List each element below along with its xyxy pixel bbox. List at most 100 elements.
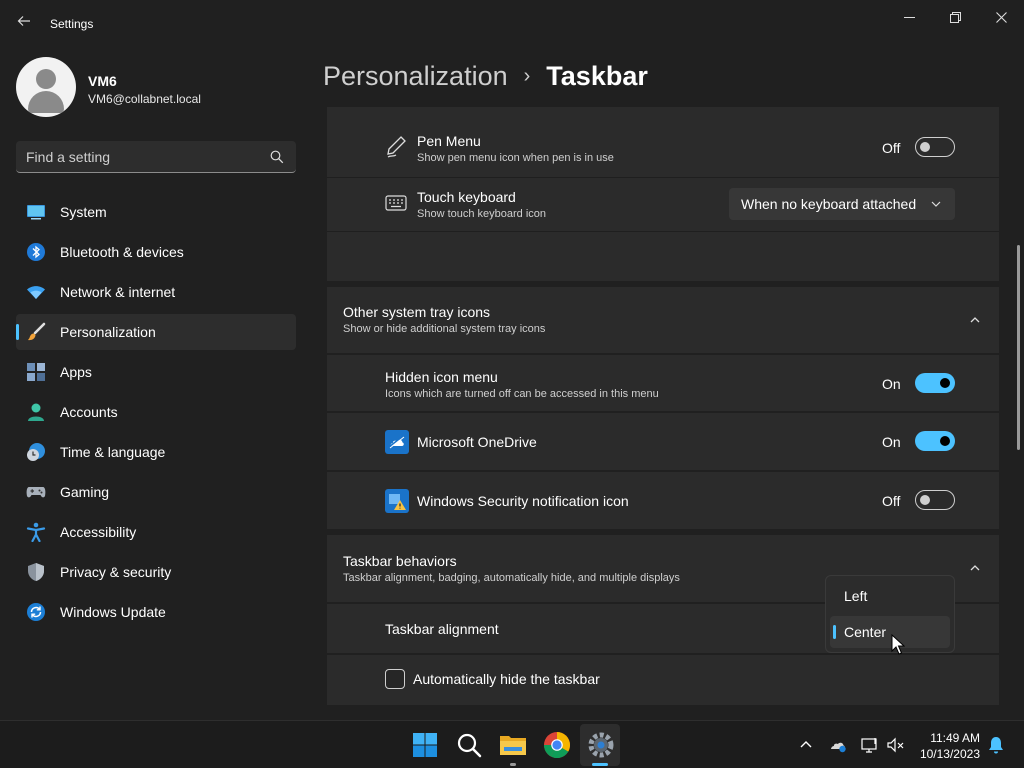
alignment-option-center[interactable]: Center — [830, 616, 950, 648]
sidebar-item-network[interactable]: Network & internet — [16, 274, 296, 310]
search-icon[interactable] — [454, 730, 484, 760]
security-notification-row: Windows Security notification icon Off — [327, 472, 999, 529]
other-tray-title: Other system tray icons — [343, 304, 491, 320]
autohide-row: Automatically hide the taskbar — [327, 655, 999, 705]
title-bar: Settings — [0, 0, 1024, 48]
user-name: VM6 — [88, 73, 117, 89]
accounts-icon — [28, 403, 44, 421]
sidebar-item-privacy[interactable]: Privacy & security — [16, 554, 296, 590]
taskbar-behaviors-title: Taskbar behaviors — [343, 553, 457, 569]
sidebar-item-label: Bluetooth & devices — [60, 244, 184, 260]
sidebar-item-label: Accounts — [60, 404, 118, 420]
pen-menu-description: Show pen menu icon when pen is in use — [417, 152, 614, 164]
taskbar-alignment-label: Taskbar alignment — [385, 621, 499, 637]
search-box[interactable] — [16, 141, 296, 173]
pen-icon — [387, 136, 406, 158]
system-tray-icons-card: Pen Menu Show pen menu icon when pen is … — [327, 107, 999, 281]
onedrive-tray-icon[interactable] — [828, 735, 848, 755]
search-input[interactable] — [26, 148, 266, 166]
sidebar-item-label: Gaming — [60, 484, 110, 500]
autohide-checkbox[interactable] — [385, 669, 405, 689]
sidebar-item-time-language[interactable]: Time & language — [16, 434, 296, 470]
file-explorer-icon[interactable] — [498, 730, 528, 760]
restore-button[interactable] — [932, 6, 978, 28]
avatar — [16, 57, 76, 117]
security-notification-toggle[interactable] — [915, 490, 955, 510]
gamepad-icon — [26, 487, 46, 498]
windows-security-icon — [385, 489, 409, 513]
breadcrumb-separator: › — [523, 64, 531, 87]
wifi-icon — [27, 286, 45, 299]
onedrive-label: Microsoft OneDrive — [417, 434, 537, 450]
sidebar-item-label: Apps — [60, 364, 92, 380]
app-title: Settings — [50, 17, 94, 31]
sidebar-item-bluetooth[interactable]: Bluetooth & devices — [16, 234, 296, 270]
hidden-icon-menu-toggle[interactable] — [915, 373, 955, 393]
sidebar-item-label: Windows Update — [60, 604, 166, 620]
security-notification-state: Off — [882, 493, 901, 509]
alignment-option-left[interactable]: Left — [830, 580, 950, 612]
autohide-label: Automatically hide the taskbar — [413, 671, 600, 687]
breadcrumb: Personalization › Taskbar — [323, 58, 648, 94]
onedrive-row: Microsoft OneDrive On — [327, 413, 999, 470]
pen-menu-toggle[interactable] — [915, 137, 955, 157]
hidden-icon-menu-description: Icons which are turned off can be access… — [385, 388, 659, 400]
back-button[interactable] — [14, 13, 34, 35]
start-icon[interactable] — [410, 730, 440, 760]
bluetooth-icon — [27, 243, 45, 261]
chevron-up-icon[interactable] — [968, 561, 982, 575]
clock-date[interactable]: 10/13/2023 — [910, 747, 980, 761]
onedrive-state: On — [882, 434, 901, 450]
minimize-icon — [903, 16, 915, 18]
paintbrush-icon — [28, 322, 46, 341]
user-profile[interactable]: VM6 VM6@collabnet.local — [16, 57, 296, 117]
sidebar-item-personalization[interactable]: Personalization — [16, 314, 296, 350]
taskbar: 11:49 AM 10/13/2023 — [0, 720, 1024, 768]
sidebar-item-system[interactable]: System — [16, 194, 296, 230]
hidden-icon-menu-row: Hidden icon menu Icons which are turned … — [327, 355, 999, 411]
breadcrumb-parent[interactable]: Personalization — [323, 61, 508, 92]
content-scrollbar[interactable] — [1017, 245, 1020, 450]
restore-icon — [949, 11, 961, 23]
sidebar-nav: System Bluetooth & devices Network & int… — [16, 194, 296, 634]
shield-icon — [28, 563, 44, 581]
sidebar-item-accessibility[interactable]: Accessibility — [16, 514, 296, 550]
apps-icon — [27, 363, 45, 381]
page-title: Taskbar — [546, 60, 648, 91]
clock-time[interactable]: 11:49 AM — [918, 731, 980, 745]
close-button[interactable] — [978, 6, 1024, 28]
sidebar-item-label: Privacy & security — [60, 564, 172, 580]
taskbar-behaviors-description: Taskbar alignment, badging, automaticall… — [343, 572, 680, 584]
sidebar-item-windows-update[interactable]: Windows Update — [16, 594, 296, 630]
sidebar-item-label: Network & internet — [60, 284, 176, 300]
volume-muted-icon[interactable] — [886, 735, 906, 755]
other-tray-description: Show or hide additional system tray icon… — [343, 323, 546, 335]
chevron-up-icon[interactable] — [968, 313, 982, 327]
windows-update-icon — [27, 603, 45, 621]
touch-keyboard-description: Show touch keyboard icon — [417, 208, 547, 220]
chevron-down-icon — [931, 201, 941, 207]
touch-keyboard-label: Touch keyboard — [417, 189, 516, 205]
sidebar-item-apps[interactable]: Apps — [16, 354, 296, 390]
chrome-icon[interactable] — [542, 730, 572, 760]
settings-icon[interactable] — [586, 730, 616, 760]
sidebar-item-accounts[interactable]: Accounts — [16, 394, 296, 430]
hidden-icon-menu-label: Hidden icon menu — [385, 369, 498, 385]
user-email: VM6@collabnet.local — [88, 92, 201, 106]
minimize-button[interactable] — [886, 6, 932, 28]
pen-menu-state: Off — [882, 140, 901, 156]
notification-bell-icon[interactable] — [986, 735, 1006, 755]
touch-keyboard-dropdown[interactable]: When no keyboard attached — [729, 188, 955, 220]
onedrive-icon — [385, 430, 409, 454]
sidebar-item-gaming[interactable]: Gaming — [16, 474, 296, 510]
touch-keyboard-selected: When no keyboard attached — [741, 196, 917, 212]
other-tray-header[interactable]: Other system tray icons Show or hide add… — [327, 287, 999, 353]
network-tray-icon[interactable] — [860, 735, 880, 755]
chevron-up-icon[interactable] — [796, 735, 816, 755]
sidebar-item-label: System — [60, 204, 107, 220]
onedrive-toggle[interactable] — [915, 431, 955, 451]
sidebar-item-label: Time & language — [60, 444, 166, 460]
search-icon[interactable] — [270, 150, 284, 164]
sidebar-item-label: Personalization — [60, 324, 156, 340]
system-monitor-icon — [27, 205, 45, 220]
